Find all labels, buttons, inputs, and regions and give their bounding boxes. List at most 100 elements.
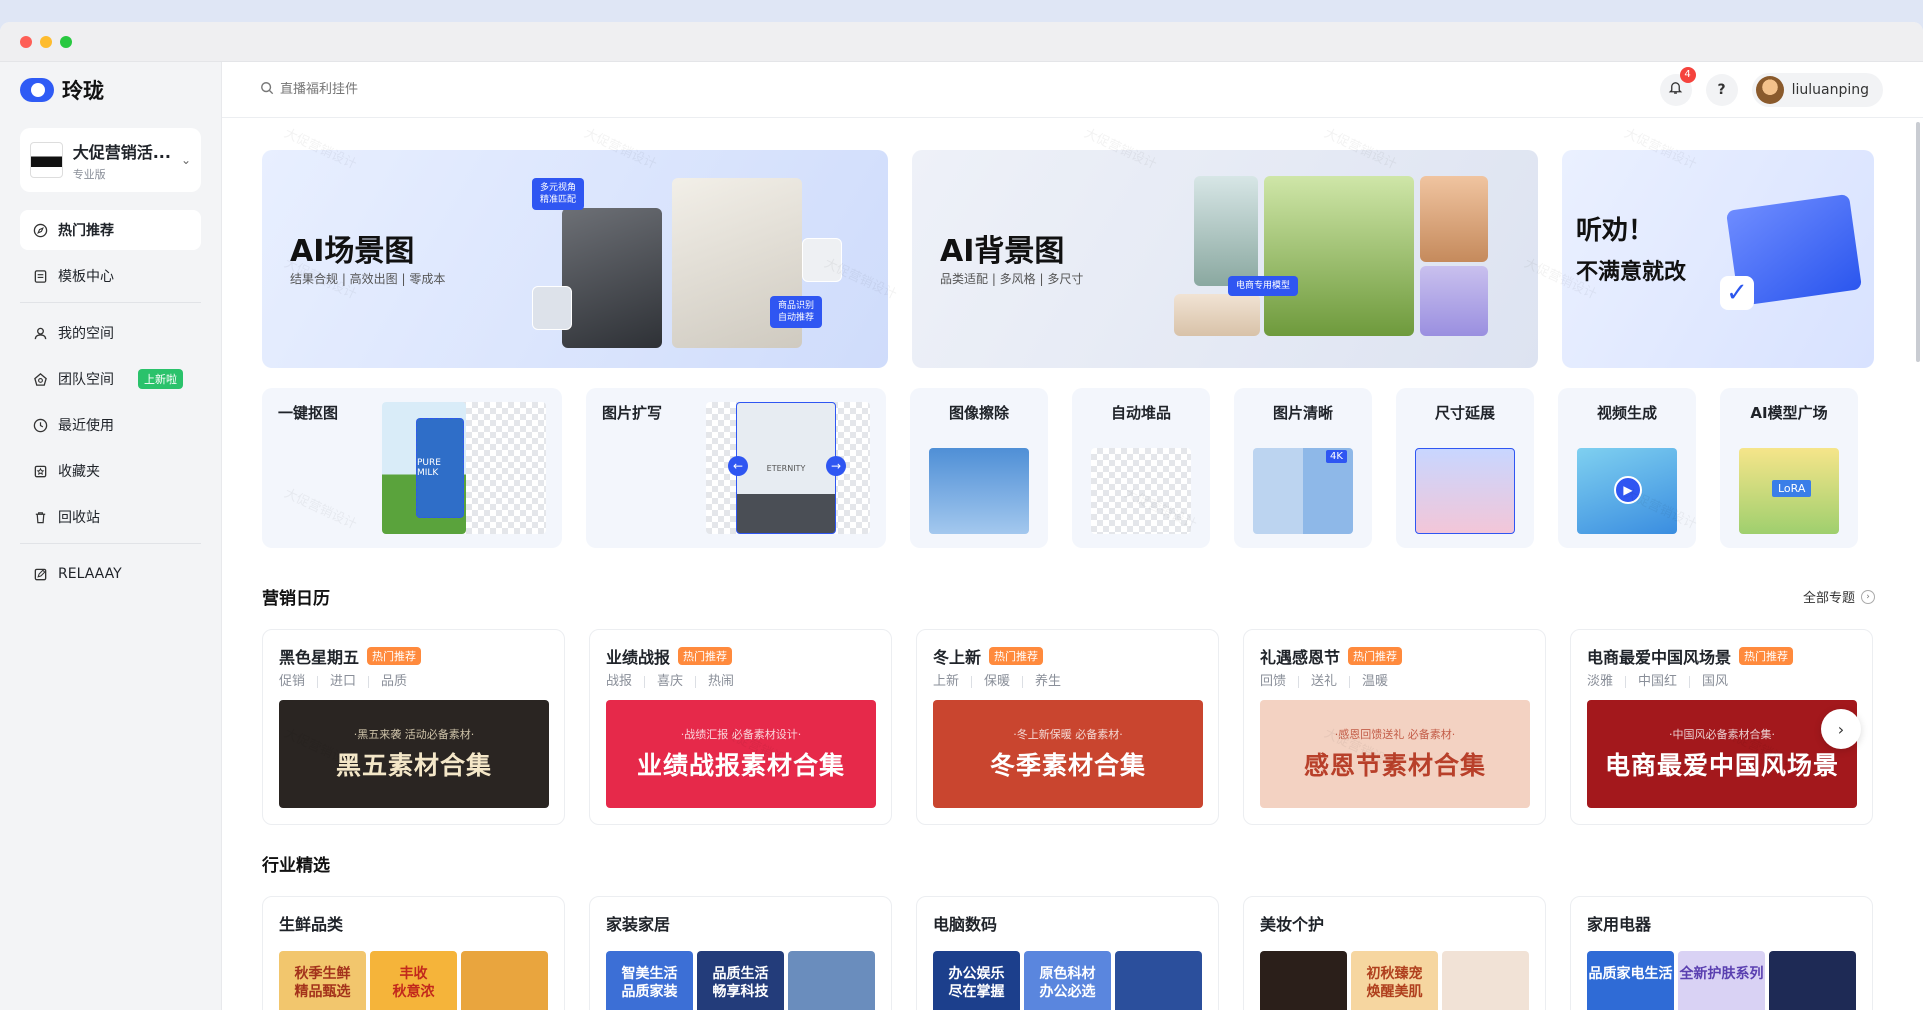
template-thumbnail[interactable]: 全新护肤系列 — [1678, 951, 1765, 1010]
card-title: 家装家居 — [606, 915, 671, 934]
compass-icon — [32, 222, 48, 238]
tool-model-hub[interactable]: AI模型广场 LoRA — [1720, 388, 1858, 548]
template-thumbnail[interactable]: 智美生活 品质家装 — [606, 951, 693, 1010]
industry-card[interactable]: 电脑数码 办公娱乐 尽在掌握 原色科材 办公必选 — [916, 896, 1219, 1010]
sidebar-item-trash[interactable]: 回收站 — [20, 497, 201, 537]
card-title: 家用电器 — [1587, 915, 1652, 934]
tag: 进口 — [317, 675, 368, 688]
tag: 回馈 — [1260, 674, 1287, 689]
sidebar-item-team-space[interactable]: 团队空间 上新啦 — [20, 359, 201, 399]
tool-enhance[interactable]: 图片清晰 4K — [1234, 388, 1372, 548]
template-thumbnail[interactable] — [1769, 951, 1856, 1010]
tag: 温暖 — [1349, 675, 1400, 688]
calendar-card[interactable]: 业绩战报 热门推荐 战报 喜庆 热闹 ·战绩汇报 必备素材设计· 业绩战报素材合集 — [589, 629, 892, 825]
tool-erase[interactable]: 图像擦除 — [910, 388, 1048, 548]
template-thumbnail[interactable] — [1115, 951, 1202, 1010]
banner-feedback[interactable]: 听劝！ 不满意就改 ✓ — [1562, 150, 1874, 368]
template-thumbnail[interactable]: 初秋臻宠 焕醒美肌 — [1351, 951, 1438, 1010]
main-content: AI场景图 结果合规 | 高效出图 | 零成本 多元视角 精准匹配 商品识别 自… — [222, 118, 1923, 1010]
minimize-window-button[interactable] — [40, 35, 52, 48]
template-thumbnail[interactable] — [1442, 951, 1529, 1010]
erase-preview — [929, 448, 1029, 534]
thumbnail-text: 品质生活 畅享科技 — [712, 966, 769, 1000]
tool-label: 视频生成 — [1596, 404, 1657, 422]
calendar-card[interactable]: 冬上新 热门推荐 上新 保暖 养生 ·冬上新保暖 必备素材· 冬季素材合集 — [916, 629, 1219, 825]
cover-kicker: ·冬上新保暖 必备素材· — [1013, 728, 1123, 741]
top-bar: 4 ? liuluanping — [222, 62, 1923, 118]
tool-auto-stack[interactable]: 自动堆品 — [1072, 388, 1210, 548]
template-thumbnail[interactable] — [788, 951, 875, 1010]
tool-label: 图片扩写 — [602, 404, 663, 422]
tool-outpaint[interactable]: 图片扩写 ETERNITY ← → — [586, 388, 886, 548]
template-thumbnail[interactable]: 丰收 秋意浓 — [370, 951, 457, 1010]
calendar-section-header: 营销日历 全部专题 › — [262, 584, 1875, 609]
notification-button[interactable]: 4 — [1659, 66, 1696, 106]
thumbnail-strip: 办公娱乐 尽在掌握 原色科材 办公必选 — [933, 951, 1202, 1010]
template-thumbnail[interactable] — [461, 951, 548, 1010]
card-title: 电脑数码 — [933, 915, 998, 934]
sidebar-item-favorites[interactable]: 收藏夹 — [20, 451, 201, 491]
card-cover-image: ·黑五来袭 活动必备素材· 黑五素材合集 — [279, 700, 549, 808]
banner-ai-background[interactable]: AI背景图 品类适配 | 多风格 | 多尺寸 电商专用模型 — [912, 150, 1538, 368]
feature-tag: 多元视角 精准匹配 — [532, 178, 585, 210]
all-topics-link[interactable]: 全部专题 › — [1803, 587, 1875, 606]
sidebar-item-label: 模板中心 — [58, 269, 114, 285]
sidebar-item-recent[interactable]: 最近使用 — [20, 405, 201, 445]
industry-card[interactable]: 美妆个护 初秋臻宠 焕醒美肌 — [1243, 896, 1546, 1010]
sidebar-item-templates[interactable]: 模板中心 — [20, 256, 201, 296]
banner-title: 听劝！ — [1576, 216, 1655, 246]
industry-cards: 生鲜品类 秋季生鲜 精品甄选 丰收 秋意浓 家装家居 智美生活 品质家装 品质生活 畅… — [262, 896, 1875, 1010]
close-window-button[interactable] — [20, 35, 32, 48]
help-button[interactable]: ? — [1705, 73, 1738, 106]
template-thumbnail[interactable]: 原色科材 办公必选 — [1024, 951, 1111, 1010]
title-bar — [0, 22, 1923, 62]
industry-card[interactable]: 家装家居 智美生活 品质家装 品质生活 畅享科技 — [589, 896, 892, 1010]
template-thumbnail[interactable]: 品质家电生活 — [1587, 951, 1674, 1010]
search-input[interactable] — [280, 82, 580, 97]
workspace-switcher[interactable]: 大促营销活... 专业版 ⌄ — [20, 128, 201, 192]
washer-image — [562, 208, 662, 348]
search-box[interactable] — [260, 81, 580, 99]
card-tags: 促销 进口 品质 — [279, 674, 548, 689]
industry-card[interactable]: 家用电器 品质家电生活 全新护肤系列 — [1570, 896, 1873, 1010]
tag: 促销 — [279, 674, 306, 689]
template-thumbnail[interactable]: 办公娱乐 尽在掌握 — [933, 951, 1020, 1010]
calendar-card[interactable]: 礼遇感恩节 热门推荐 回馈 送礼 温暖 ·感恩回馈送礼 必备素材· 感恩节素材合集 — [1243, 629, 1546, 825]
background-sample — [1194, 176, 1258, 286]
carousel-next-button[interactable]: › — [1821, 709, 1861, 749]
sidebar-item-label: RELAAAY — [58, 566, 122, 582]
template-icon — [32, 268, 48, 284]
thumbnail-strip: 品质家电生活 全新护肤系列 — [1587, 951, 1856, 1010]
card-tags: 上新 保暖 养生 — [933, 675, 1202, 688]
banner-row: AI场景图 结果合规 | 高效出图 | 零成本 多元视角 精准匹配 商品识别 自… — [262, 150, 1875, 368]
tool-video[interactable]: 视频生成 ▶ — [1558, 388, 1696, 548]
banner-ai-scene[interactable]: AI场景图 结果合规 | 高效出图 | 零成本 多元视角 精准匹配 商品识别 自… — [262, 150, 888, 368]
template-thumbnail[interactable]: 秋季生鲜 精品甄选 — [279, 951, 366, 1010]
card-tags: 回馈 送礼 温暖 — [1260, 674, 1529, 689]
check-icon: ✓ — [1720, 276, 1754, 310]
tag: 中国红 — [1625, 675, 1689, 688]
tool-resize[interactable]: 尺寸延展 — [1396, 388, 1534, 548]
avatar — [1755, 75, 1784, 104]
app-logo[interactable]: 玲珑 — [20, 62, 201, 118]
tool-label: AI模型广场 — [1750, 404, 1828, 422]
notification-count-badge: 4 — [1679, 66, 1696, 83]
industry-card[interactable]: 生鲜品类 秋季生鲜 精品甄选 丰收 秋意浓 — [262, 896, 565, 1010]
sidebar-item-hot[interactable]: 热门推荐 — [20, 210, 201, 250]
sidebar-item-relaaay[interactable]: RELAAAY — [20, 554, 201, 594]
tool-cutout[interactable]: 一键抠图 PURE MILK — [262, 388, 562, 548]
template-thumbnail[interactable]: 品质生活 畅享科技 — [697, 951, 784, 1010]
help-icon: ? — [1717, 81, 1726, 98]
background-sample — [1420, 176, 1488, 262]
arrow-right-icon: → — [826, 456, 846, 476]
template-thumbnail[interactable] — [1260, 951, 1347, 1010]
card-title: 业绩战报 — [606, 648, 671, 667]
card-title: 礼遇感恩节 — [1260, 648, 1341, 667]
maximize-window-button[interactable] — [60, 35, 72, 48]
section-title: 营销日历 — [262, 589, 330, 609]
calendar-card[interactable]: 黑色星期五 热门推荐 促销 进口 品质 ·黑五来袭 活动必备素材· 黑五素材合集 — [262, 629, 565, 825]
sidebar-item-my-space[interactable]: 我的空间 — [20, 313, 201, 353]
user-menu[interactable]: liuluanping — [1751, 72, 1883, 107]
search-icon — [260, 81, 274, 99]
scrollbar[interactable] — [1916, 122, 1920, 362]
